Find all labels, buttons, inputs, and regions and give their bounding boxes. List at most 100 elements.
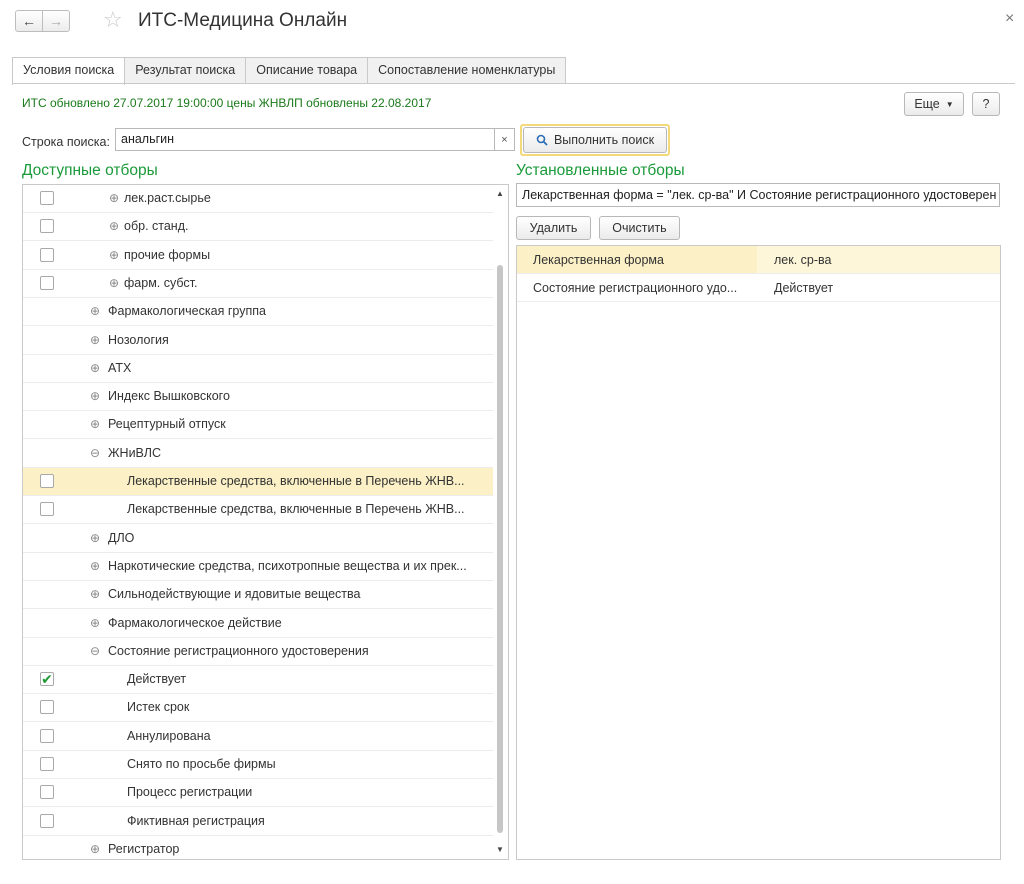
tree-row-label: Регистратор bbox=[108, 842, 180, 856]
window-title: ИТС-Медицина Онлайн bbox=[138, 10, 348, 31]
clear-search-icon[interactable]: × bbox=[494, 128, 515, 151]
search-button[interactable]: Выполнить поиск bbox=[523, 127, 667, 153]
expand-icon[interactable]: ⊕ bbox=[90, 531, 100, 545]
tree-row[interactable]: ⊕ Рецептурный отпуск bbox=[23, 411, 493, 439]
tree-row[interactable]: ⊕ обр. станд. bbox=[23, 213, 493, 241]
delete-button[interactable]: Удалить bbox=[516, 216, 591, 240]
expand-icon[interactable]: ⊕ bbox=[90, 333, 100, 347]
tree-row[interactable]: ⊖ Состояние регистрационного удостоверени… bbox=[23, 638, 493, 666]
favorite-star-icon[interactable]: ☆ bbox=[103, 8, 123, 32]
tree-row[interactable]: ⊕ ДЛО bbox=[23, 525, 493, 553]
tree-row[interactable]: Аннулирована bbox=[23, 723, 493, 751]
tree-row[interactable]: Процесс регистрации bbox=[23, 779, 493, 807]
more-button-label: Еще bbox=[914, 97, 940, 111]
tab-search-results[interactable]: Результат поиска bbox=[124, 57, 247, 84]
tree-row-label: ДЛО bbox=[108, 531, 135, 545]
clear-button[interactable]: Очистить bbox=[599, 216, 680, 240]
expand-icon[interactable]: ⊕ bbox=[90, 389, 100, 403]
tree-scrollbar[interactable]: ▲ ▼ bbox=[493, 185, 508, 859]
scroll-down-icon[interactable]: ▼ bbox=[496, 845, 504, 854]
set-filters-grid: Лекарственная форма лек. ср-ва Состояние… bbox=[516, 245, 1001, 860]
tree-row-label: Индекс Вышковского bbox=[108, 389, 230, 403]
tree-row[interactable]: ⊕ Индекс Вышковского bbox=[23, 383, 493, 411]
search-label: Строка поиска: bbox=[22, 135, 110, 149]
tree-row[interactable]: ⊕ Фармакологическое действие bbox=[23, 610, 493, 638]
tree-row[interactable]: ⊕ Регистратор bbox=[23, 836, 493, 859]
tree-row[interactable]: Фиктивная регистрация bbox=[23, 808, 493, 836]
expand-icon[interactable]: ⊕ bbox=[90, 559, 100, 573]
checkmark-icon: ✔ bbox=[41, 671, 53, 687]
checkbox[interactable] bbox=[40, 700, 54, 714]
tree-row[interactable]: ⊕ прочие формы bbox=[23, 242, 493, 270]
more-button[interactable]: Еще ▼ bbox=[904, 92, 964, 116]
forward-button[interactable]: → bbox=[42, 10, 70, 32]
checkbox[interactable] bbox=[40, 248, 54, 262]
search-button-label: Выполнить поиск bbox=[553, 133, 655, 147]
checkbox[interactable] bbox=[40, 219, 54, 233]
expand-icon[interactable]: ⊕ bbox=[109, 191, 119, 205]
tree-row-label: прочие формы bbox=[124, 248, 211, 262]
tree-row-label: Фармакологическое действие bbox=[108, 616, 282, 630]
checkbox[interactable] bbox=[40, 191, 54, 205]
tree-row[interactable]: ⊕ фарм. субст. bbox=[23, 270, 493, 298]
filter-field-cell: Лекарственная форма bbox=[533, 253, 664, 267]
tree-row-label: обр. станд. bbox=[124, 219, 189, 233]
tree-row-label: Нозология bbox=[108, 333, 169, 347]
collapse-icon[interactable]: ⊖ bbox=[90, 644, 100, 658]
expand-icon[interactable]: ⊕ bbox=[109, 248, 119, 262]
update-info: ИТС обновлено 27.07.2017 19:00:00 цены Ж… bbox=[22, 96, 432, 110]
tab-nomenclature-mapping[interactable]: Сопоставление номенклатуры bbox=[367, 57, 567, 84]
tree-row[interactable]: ⊕ Сильнодействующие и ядовитые вещества bbox=[23, 581, 493, 609]
tab-product-description[interactable]: Описание товара bbox=[245, 57, 369, 84]
filter-field-cell: Состояние регистрационного удо... bbox=[533, 281, 738, 295]
tree-row[interactable]: ⊕ АТХ bbox=[23, 355, 493, 383]
collapse-icon[interactable]: ⊖ bbox=[90, 446, 100, 460]
tree-row-label: Наркотические средства, психотропные вещ… bbox=[108, 559, 467, 573]
scroll-thumb[interactable] bbox=[497, 265, 503, 833]
table-row[interactable]: Состояние регистрационного удо... Действ… bbox=[517, 274, 1000, 302]
expand-icon[interactable]: ⊕ bbox=[90, 304, 100, 318]
expand-icon[interactable]: ⊕ bbox=[109, 219, 119, 233]
checkbox-checked[interactable]: ✔ bbox=[40, 672, 54, 686]
expand-icon[interactable]: ⊕ bbox=[90, 361, 100, 375]
back-button[interactable]: ← bbox=[15, 10, 43, 32]
tree-row-label: ЖНиВЛС bbox=[108, 446, 161, 460]
tree-row-label: Сильнодействующие и ядовитые вещества bbox=[108, 587, 361, 601]
checkbox[interactable] bbox=[40, 276, 54, 290]
expand-icon[interactable]: ⊕ bbox=[90, 842, 100, 856]
filter-expression-field[interactable]: Лекарственная форма = "лек. ср-ва" И Сос… bbox=[516, 183, 1000, 207]
tree-row[interactable]: ⊕ Фармакологическая группа bbox=[23, 298, 493, 326]
tree-row[interactable]: Лекарственные средства, включенные в Пер… bbox=[23, 496, 493, 524]
filter-value-cell: лек. ср-ва bbox=[774, 253, 832, 267]
tree-row-label: Состояние регистрационного удостоверения bbox=[108, 644, 369, 658]
checkbox[interactable] bbox=[40, 729, 54, 743]
table-row[interactable]: Лекарственная форма лек. ср-ва bbox=[517, 246, 1000, 274]
available-filters-title: Доступные отборы bbox=[22, 162, 158, 179]
tree-row[interactable]: ⊕ Нозология bbox=[23, 327, 493, 355]
tree-row[interactable]: Лекарственные средства, включенные в Пер… bbox=[23, 468, 493, 496]
checkbox[interactable] bbox=[40, 474, 54, 488]
arrow-right-icon: → bbox=[49, 13, 63, 29]
checkbox[interactable] bbox=[40, 814, 54, 828]
tree-row[interactable]: ✔ Действует bbox=[23, 666, 493, 694]
expand-icon[interactable]: ⊕ bbox=[90, 616, 100, 630]
scroll-up-icon[interactable]: ▲ bbox=[496, 189, 504, 198]
tab-search-conditions[interactable]: Условия поиска bbox=[12, 57, 126, 85]
tree-row[interactable]: Истек срок bbox=[23, 694, 493, 722]
tree-row[interactable]: ⊕ лек.раст.сырье bbox=[23, 185, 493, 213]
close-icon[interactable]: × bbox=[1005, 10, 1014, 28]
expand-icon[interactable]: ⊕ bbox=[90, 417, 100, 431]
tree-row[interactable]: Снято по просьбе фирмы bbox=[23, 751, 493, 779]
checkbox[interactable] bbox=[40, 757, 54, 771]
tree-row[interactable]: ⊕ Наркотические средства, психотропные ве… bbox=[23, 553, 493, 581]
tree-row[interactable]: ⊖ ЖНиВЛС bbox=[23, 440, 493, 468]
tree-row-label: Фармакологическая группа bbox=[108, 304, 266, 318]
tree-row-label: Рецептурный отпуск bbox=[108, 417, 226, 431]
checkbox[interactable] bbox=[40, 785, 54, 799]
checkbox[interactable] bbox=[40, 502, 54, 516]
expand-icon[interactable]: ⊕ bbox=[90, 587, 100, 601]
search-input[interactable]: анальгин bbox=[115, 128, 494, 151]
help-button[interactable]: ? bbox=[972, 92, 1000, 116]
tree-row-label: Снято по просьбе фирмы bbox=[127, 757, 276, 771]
expand-icon[interactable]: ⊕ bbox=[109, 276, 119, 290]
